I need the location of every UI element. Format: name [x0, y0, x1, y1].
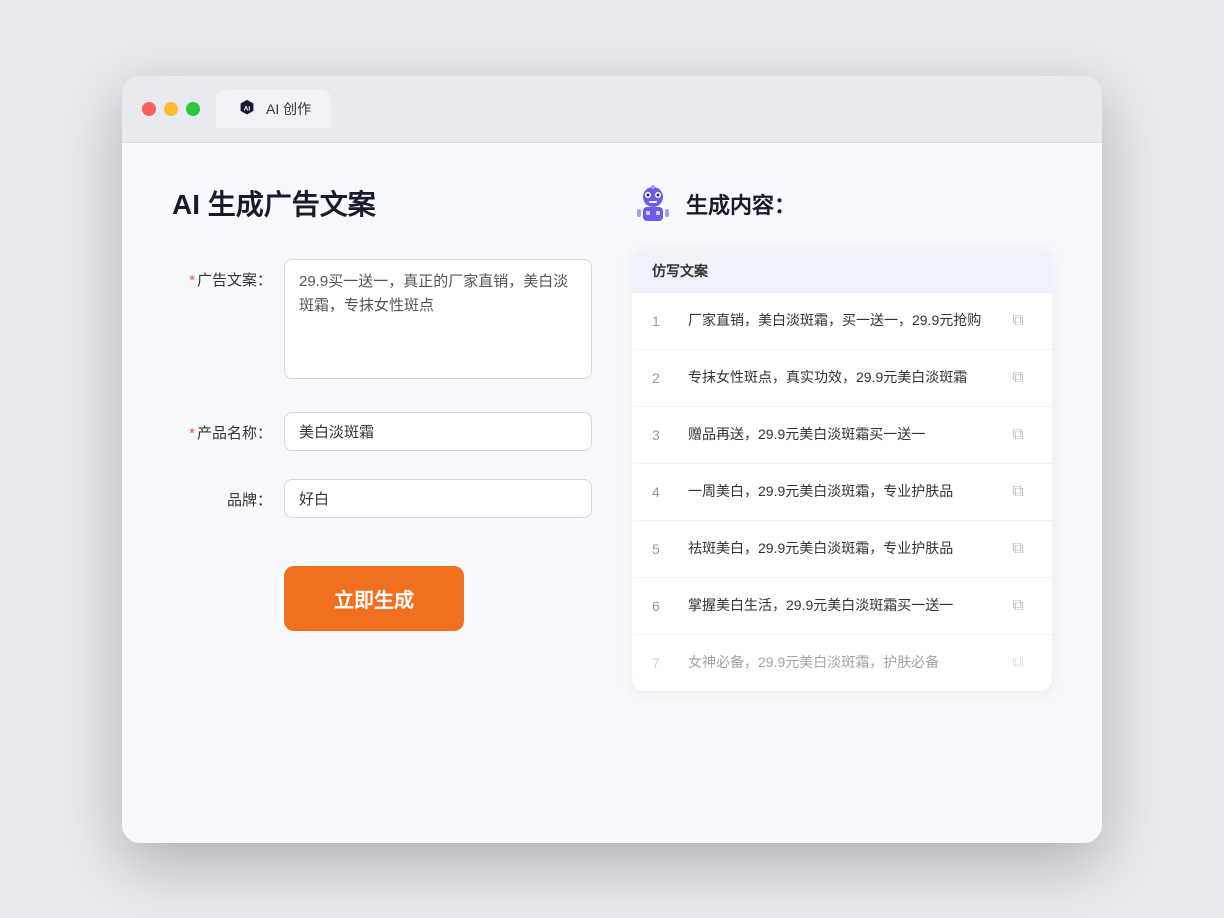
copy-button[interactable]: ⧉ [1004, 364, 1032, 392]
ad-copy-required: * [189, 272, 195, 289]
result-item-text: 掌握美白生活，29.9元美白淡斑霜买一送一 [688, 595, 988, 616]
result-title: 生成内容： [686, 188, 796, 220]
product-name-required: * [189, 425, 195, 442]
brand-input-wrap [284, 479, 592, 518]
result-item: 6 掌握美白生活，29.9元美白淡斑霜买一送一 ⧉ [632, 578, 1052, 635]
copy-icon: ⧉ [1012, 540, 1023, 558]
minimize-button[interactable] [164, 102, 178, 116]
result-item-text: 专抹女性斑点，真实功效，29.9元美白淡斑霜 [688, 367, 988, 388]
browser-titlebar: AI AI 创作 [122, 76, 1102, 143]
tab-label: AI 创作 [266, 99, 311, 119]
browser-content: AI 生成广告文案 *广告文案： 29.9买一送一，真正的厂家直销，美白淡斑霜，… [122, 143, 1102, 843]
result-item-number: 7 [652, 655, 672, 671]
result-table: 仿写文案 1 厂家直销，美白淡斑霜，买一送一，29.9元抢购 ⧉ 2 专抹女性斑点，真实… [632, 249, 1052, 691]
ad-copy-textarea[interactable]: 29.9买一送一，真正的厂家直销，美白淡斑霜，专抹女性斑点 [284, 259, 592, 379]
copy-icon: ⧉ [1012, 654, 1023, 672]
copy-button[interactable]: ⧉ [1004, 478, 1032, 506]
result-item: 7 女神必备，29.9元美白淡斑霜，护肤必备 ⧉ [632, 635, 1052, 691]
ad-copy-label: *广告文案： [172, 259, 272, 290]
close-button[interactable] [142, 102, 156, 116]
ai-tab[interactable]: AI AI 创作 [216, 90, 331, 128]
result-item-number: 3 [652, 427, 672, 443]
copy-button[interactable]: ⧉ [1004, 307, 1032, 335]
result-item-text: 赠品再送，29.9元美白淡斑霜买一送一 [688, 424, 988, 445]
page-title: AI 生成广告文案 [172, 183, 592, 223]
product-name-row: *产品名称： [172, 412, 592, 451]
brand-label: 品牌： [172, 479, 272, 510]
result-item: 4 一周美白，29.9元美白淡斑霜，专业护肤品 ⧉ [632, 464, 1052, 521]
copy-button[interactable]: ⧉ [1004, 421, 1032, 449]
result-header: 生成内容： [632, 183, 1052, 225]
result-item-text: 祛斑美白，29.9元美白淡斑霜，专业护肤品 [688, 538, 988, 559]
result-table-header: 仿写文案 [632, 249, 1052, 293]
ad-copy-input-wrap: 29.9买一送一，真正的厂家直销，美白淡斑霜，专抹女性斑点 [284, 259, 592, 384]
svg-text:AI: AI [244, 105, 251, 112]
ad-copy-row: *广告文案： 29.9买一送一，真正的厂家直销，美白淡斑霜，专抹女性斑点 [172, 259, 592, 384]
brand-row: 品牌： [172, 479, 592, 518]
copy-button[interactable]: ⧉ [1004, 592, 1032, 620]
result-item-number: 2 [652, 370, 672, 386]
right-panel: 生成内容： 仿写文案 1 厂家直销，美白淡斑霜，买一送一，29.9元抢购 ⧉ 2 专抹女… [632, 183, 1052, 691]
product-name-label: *产品名称： [172, 412, 272, 443]
result-item: 1 厂家直销，美白淡斑霜，买一送一，29.9元抢购 ⧉ [632, 293, 1052, 350]
copy-icon: ⧉ [1012, 597, 1023, 615]
copy-button[interactable]: ⧉ [1004, 649, 1032, 677]
product-name-input-wrap [284, 412, 592, 451]
robot-icon [632, 183, 674, 225]
main-layout: AI 生成广告文案 *广告文案： 29.9买一送一，真正的厂家直销，美白淡斑霜，… [172, 183, 1052, 691]
result-item-number: 1 [652, 313, 672, 329]
copy-icon: ⧉ [1012, 426, 1023, 444]
result-item-text: 一周美白，29.9元美白淡斑霜，专业护肤品 [688, 481, 988, 502]
result-item-text: 女神必备，29.9元美白淡斑霜，护肤必备 [688, 652, 988, 673]
result-item-text: 厂家直销，美白淡斑霜，买一送一，29.9元抢购 [688, 310, 988, 331]
copy-icon: ⧉ [1012, 369, 1023, 387]
traffic-lights [142, 102, 200, 116]
result-item-number: 6 [652, 598, 672, 614]
browser-window: AI AI 创作 AI 生成广告文案 *广告文案： 29.9买一送一，真正的厂家… [122, 76, 1102, 843]
product-name-input[interactable] [284, 412, 592, 451]
maximize-button[interactable] [186, 102, 200, 116]
left-panel: AI 生成广告文案 *广告文案： 29.9买一送一，真正的厂家直销，美白淡斑霜，… [172, 183, 592, 691]
copy-icon: ⧉ [1012, 312, 1023, 330]
copy-button[interactable]: ⧉ [1004, 535, 1032, 563]
ai-tab-icon: AI [236, 98, 258, 120]
copy-icon: ⧉ [1012, 483, 1023, 501]
brand-input[interactable] [284, 479, 592, 518]
generate-button[interactable]: 立即生成 [284, 566, 464, 631]
result-item-number: 5 [652, 541, 672, 557]
result-item: 3 赠品再送，29.9元美白淡斑霜买一送一 ⧉ [632, 407, 1052, 464]
result-items-container: 1 厂家直销，美白淡斑霜，买一送一，29.9元抢购 ⧉ 2 专抹女性斑点，真实功效，29… [632, 293, 1052, 691]
result-item: 2 专抹女性斑点，真实功效，29.9元美白淡斑霜 ⧉ [632, 350, 1052, 407]
result-item: 5 祛斑美白，29.9元美白淡斑霜，专业护肤品 ⧉ [632, 521, 1052, 578]
result-item-number: 4 [652, 484, 672, 500]
